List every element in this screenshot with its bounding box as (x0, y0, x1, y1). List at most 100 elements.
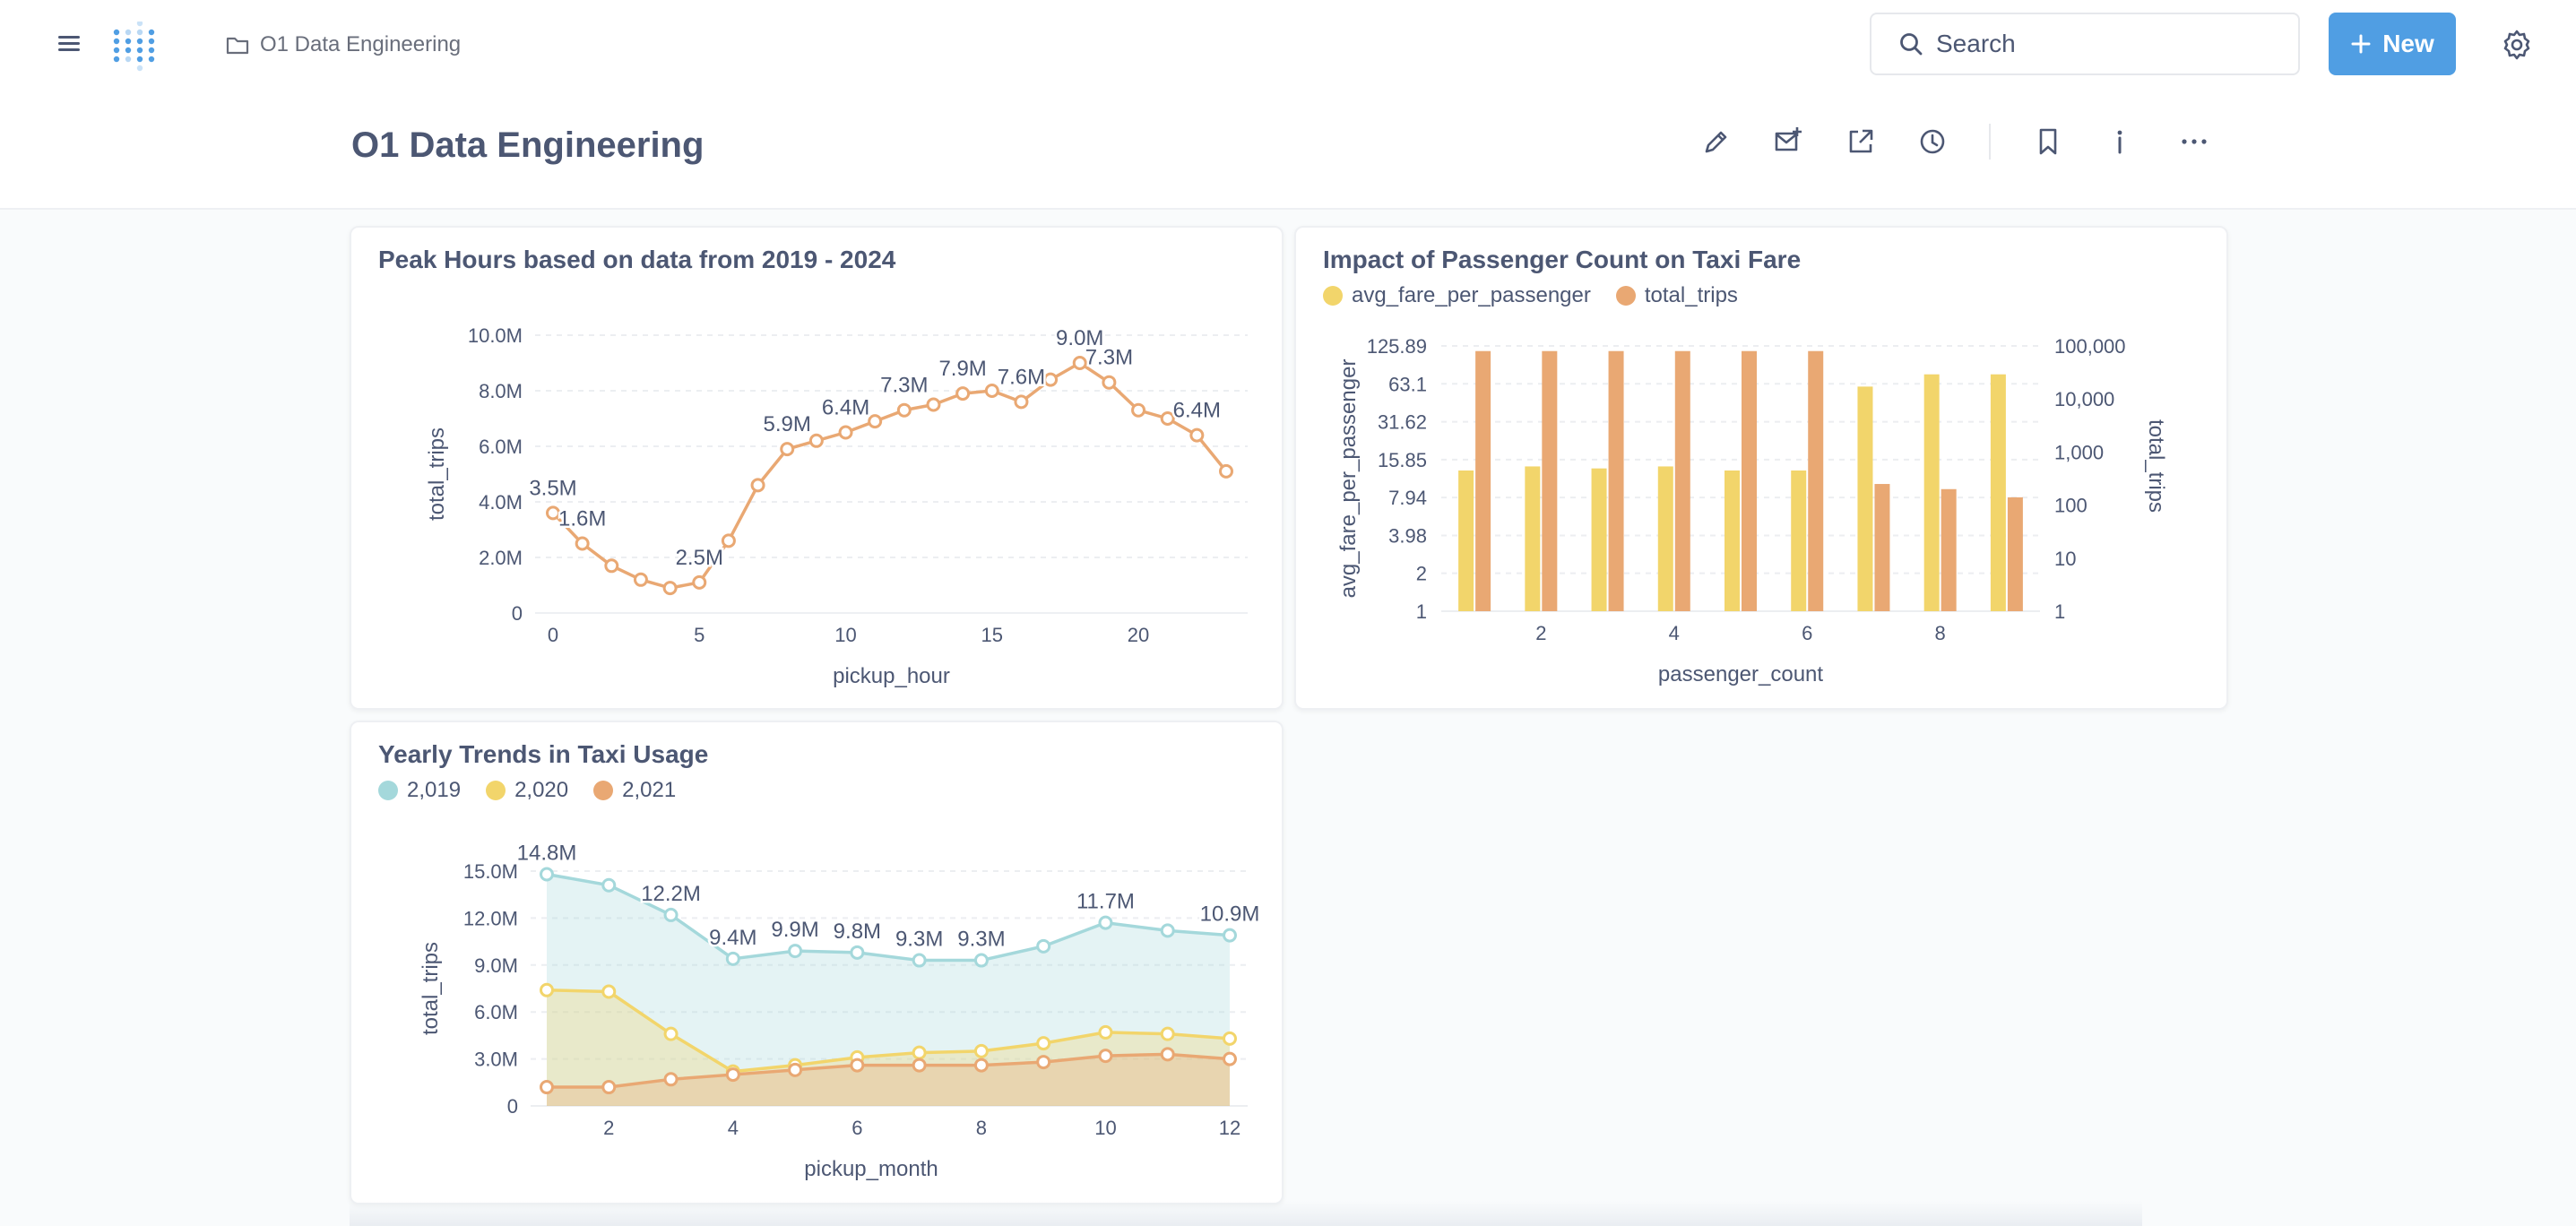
data-point (1014, 394, 1029, 410)
y-left-tick-label: 2 (1416, 563, 1427, 585)
bar-avg-fare (1458, 470, 1474, 611)
history-icon[interactable] (1915, 124, 1950, 160)
x-tick-label: 4 (1669, 622, 1680, 644)
top-navigation-bar: O1 Data Engineering Search New (0, 0, 2576, 90)
data-point (663, 1072, 679, 1087)
data-point (850, 1058, 865, 1073)
data-point (1036, 938, 1051, 954)
bar-total-trips (1874, 484, 1890, 611)
data-point (540, 982, 554, 997)
y-left-tick-label: 125.89 (1367, 335, 1427, 358)
y-right-tick-label: 100,000 (2054, 335, 2126, 358)
y-tick-label: 12.0M (463, 907, 518, 929)
dashboard-header: O1 Data Engineering (0, 90, 2576, 210)
data-label: 9.3M (895, 928, 943, 952)
y-tick-label: 3.0M (474, 1049, 518, 1071)
y-left-tick-label: 15.85 (1378, 449, 1427, 471)
x-tick-label: 10 (834, 624, 856, 646)
y-right-tick-label: 1,000 (2054, 441, 2104, 463)
data-point (663, 907, 679, 922)
data-label: 9.4M (709, 926, 756, 950)
bar-avg-fare (1857, 386, 1873, 611)
data-point (868, 414, 883, 429)
metabase-logo[interactable] (111, 22, 160, 72)
data-point (1223, 1031, 1237, 1046)
data-point (601, 877, 617, 893)
passenger-fare-bar-chart[interactable]: 1 2 3.98 7.94 15.85 31.62 63.1 125.89 1 10 100 1,00… (1296, 228, 2230, 712)
scroll-shadow (350, 1201, 2142, 1226)
data-point (1160, 923, 1175, 938)
x-axis-title: pickup_hour (833, 664, 950, 688)
y-right-axis-title: total_trips (2144, 419, 2168, 513)
breadcrumb-collection-name[interactable]: O1 Data Engineering (260, 32, 461, 57)
data-point (604, 558, 619, 574)
x-axis-title: pickup_month (804, 1157, 938, 1181)
y-tick-label: 4.0M (479, 491, 523, 514)
data-point (1189, 427, 1205, 443)
y-left-tick-label: 63.1 (1388, 373, 1427, 395)
data-label: 9.8M (834, 920, 881, 944)
x-tick-label: 6 (851, 1117, 862, 1139)
data-label: 7.3M (880, 374, 928, 398)
breadcrumb[interactable]: O1 Data Engineering (226, 30, 461, 59)
page-title[interactable]: O1 Data Engineering (351, 125, 704, 166)
yearly-trends-area-chart[interactable]: 0 3.0M 6.0M 9.0M 12.0M 15.0M 2 4 6 8 10 12 pickup_mo… (351, 722, 1285, 1206)
yearly-trends-card[interactable]: Yearly Trends in Taxi Usage 2,019 2,020 … (350, 721, 1284, 1204)
data-label: 9.9M (771, 918, 818, 942)
data-point (912, 953, 927, 968)
share-icon[interactable] (1843, 124, 1879, 160)
plus-icon (2351, 34, 2371, 54)
x-tick-label: 4 (728, 1117, 739, 1139)
x-tick-label: 12 (1219, 1117, 1240, 1139)
subscription-icon[interactable] (1770, 124, 1806, 160)
y-right-tick-label: 10 (2054, 548, 2076, 570)
data-point (955, 386, 971, 401)
passenger-count-card[interactable]: Impact of Passenger Count on Taxi Fare a… (1294, 226, 2228, 710)
data-point (601, 984, 617, 999)
data-label: 7.9M (938, 357, 986, 381)
data-label: 6.4M (822, 396, 869, 420)
data-point (788, 944, 803, 959)
data-point (692, 574, 707, 590)
y-tick-label: 9.0M (474, 954, 518, 977)
gear-icon[interactable] (2499, 27, 2535, 63)
y-left-tick-label: 7.94 (1388, 487, 1427, 509)
search-icon (1900, 33, 1923, 56)
toolbar-divider (1989, 124, 1991, 160)
x-tick-label: 2 (603, 1117, 614, 1139)
peak-hours-card[interactable]: Peak Hours based on data from 2019 - 202… (350, 226, 1284, 710)
peak-hours-line-chart[interactable]: 0 2.0M 4.0M 6.0M 8.0M 10.0M 0 5 10 15 20 pickup_hou… (351, 228, 1285, 712)
pencil-icon[interactable] (1699, 124, 1734, 160)
data-label: 2.5M (676, 546, 723, 570)
data-point (1160, 1047, 1175, 1062)
y-tick-label: 2.0M (479, 547, 523, 569)
new-button[interactable]: New (2329, 13, 2456, 75)
data-point (1223, 928, 1237, 943)
data-label: 6.4M (1173, 399, 1221, 423)
data-point (1131, 402, 1146, 418)
data-point (912, 1058, 927, 1073)
bar-total-trips (1475, 350, 1491, 611)
info-icon[interactable] (2102, 124, 2138, 160)
bar-avg-fare (1657, 466, 1673, 611)
y-tick-label: 15.0M (463, 860, 518, 883)
x-tick-label: 10 (1094, 1117, 1116, 1139)
y-right-tick-label: 1 (2054, 600, 2065, 623)
search-placeholder: Search (1936, 30, 2016, 57)
bar-avg-fare (1791, 470, 1807, 611)
x-tick-label: 0 (548, 624, 558, 646)
menu-icon[interactable] (56, 32, 82, 56)
x-tick-label: 15 (981, 624, 1003, 646)
bar-avg-fare (1990, 374, 2006, 611)
bar-avg-fare (1923, 374, 1940, 611)
data-point (912, 1045, 927, 1060)
data-point (540, 867, 554, 882)
bookmark-icon[interactable] (2030, 124, 2066, 160)
data-point (973, 953, 989, 968)
search-input[interactable]: Search (1870, 13, 2300, 75)
more-icon[interactable] (2176, 124, 2212, 160)
bar-total-trips (1808, 350, 1824, 611)
y-left-tick-label: 1 (1416, 600, 1427, 623)
folder-icon (226, 37, 249, 55)
data-label: 5.9M (764, 412, 811, 436)
